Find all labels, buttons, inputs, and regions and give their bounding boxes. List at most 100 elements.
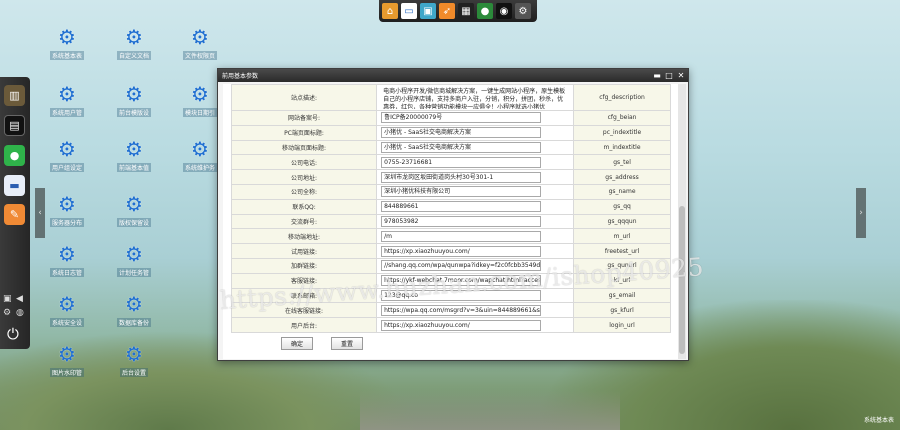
row-label: 联系QQ: (230, 198, 378, 215)
desktop-icon[interactable]: ⚙ 后台设置 (104, 343, 164, 377)
desktop-icon[interactable]: ⚙ 系统安全设 (37, 293, 97, 327)
desktop-icon[interactable]: ⚙ 数据库备份 (104, 293, 164, 327)
desktop-icon[interactable]: ⚙ 用户组设定 (37, 138, 97, 172)
gear-icon: ⚙ (58, 137, 76, 161)
online-service-url-input[interactable]: https://wpa.qq.com/msgrd?v=3&uin=8448896… (381, 304, 542, 316)
window-icon[interactable]: ▣ (3, 294, 12, 304)
desktop-icon[interactable]: ⚙ 图片水印管 (37, 343, 97, 377)
window-content: 站点描述: 电商小程序开发/微信商城解决方案，一键生成网站小程序，原生模板自己的… (223, 84, 678, 359)
table-row: 交流群号: 978053982 gs_qqqun (230, 213, 671, 230)
row-label: 网站备案号: (230, 110, 378, 126)
qq-input[interactable]: 844889661 (381, 201, 542, 213)
right-collapse-tab[interactable]: › (856, 188, 866, 238)
window-scrollbar[interactable] (678, 84, 686, 359)
table-row: PC端页面标题: 小猪优 - SaaS社交电商解决方案 pc_indextitle (230, 124, 671, 141)
table-row: 联系QQ: 844889661 gs_qq (230, 198, 671, 215)
row-key: gs_qqqun (573, 213, 671, 230)
row-key: m_url (573, 228, 671, 245)
monitor-icon[interactable]: ▭ (401, 3, 417, 19)
desktop-icon[interactable]: ⚙ 服务器分布 (37, 193, 97, 227)
row-key: cfg_description (573, 84, 671, 111)
desktop-icon[interactable]: ⚙ 系统日志管 (37, 243, 97, 277)
gear-icon: ⚙ (125, 25, 143, 49)
desktop-icon[interactable]: ⚙ 自定义文档 (104, 26, 164, 60)
settings-icon[interactable]: ⚙ (515, 3, 531, 19)
row-label: 加群链接: (230, 257, 378, 274)
row-label: 公司全称: (230, 183, 378, 200)
volume-icon[interactable]: ◀ (16, 294, 23, 304)
row-key: gs_email (573, 287, 671, 304)
table-row: 网站备案号: 鲁ICP备20000079号 cfg_beian (230, 110, 671, 126)
green-app-icon[interactable]: ● (477, 3, 493, 19)
gear-icon[interactable]: ◍ (16, 308, 24, 318)
gear-icon: ⚙ (125, 82, 143, 106)
rocket-icon[interactable]: ➶ (439, 3, 455, 19)
corner-logo: 系统基本表 (863, 417, 894, 424)
company-name-input[interactable]: 深圳小猪优科技有限公司 (381, 186, 542, 198)
document-icon[interactable]: ▤ (4, 115, 25, 136)
row-key: gs_address (573, 169, 671, 185)
form-buttons: 确定 重置 (281, 337, 363, 350)
settings-window: 前用基本参数 ▬ □ ✕ 站点描述: 电商小程序开发/微信商城解决方案，一键生成… (217, 68, 689, 361)
chat-icon[interactable]: ● (4, 145, 25, 166)
row-label: 交流群号: (230, 213, 378, 230)
row-key: gs_name (573, 183, 671, 200)
note-icon[interactable]: ✎ (4, 204, 25, 225)
table-row: 用户后台: https://xp.xiaozhuuyou.com/login_ur… (230, 317, 671, 333)
row-key: cfg_beian (573, 110, 671, 126)
top-dock: ⌂ ▭ ▣ ➶ ▦ ● ◉ ⚙ (379, 0, 537, 22)
home-icon[interactable]: ⌂ (382, 3, 398, 19)
tel-input[interactable]: 0755-23716681 (381, 156, 542, 168)
gear-icon: ⚙ (58, 82, 76, 106)
gear-icon: ⚙ (125, 292, 143, 316)
row-key: gs_tel (573, 154, 671, 171)
desktop-icon[interactable]: ⚙ 版权保留设 (104, 193, 164, 227)
close-button[interactable]: ✕ (676, 71, 686, 81)
left-collapse-tab[interactable]: ‹ (35, 188, 45, 238)
description-textarea[interactable]: 电商小程序开发/微信商城解决方案，一键生成网站小程序，原生模板自己的小程序店铺，… (381, 87, 569, 109)
left-dock: ▥ ▤ ● ▬ ✎ ▣ ◀ ⚙ ◍ ⏻ (0, 77, 30, 349)
beian-input[interactable]: 鲁ICP备20000079号 (381, 112, 542, 124)
toolbox-icon[interactable]: ▣ (420, 3, 436, 19)
table-row: 站点描述: 电商小程序开发/微信商城解决方案，一键生成网站小程序，原生模板自己的… (230, 84, 671, 111)
window-title: 前用基本参数 (222, 73, 259, 80)
address-input[interactable]: 深圳市龙岗区坂田街道岗头村30号301-1 (381, 171, 542, 183)
row-label: 用户后台: (230, 317, 378, 333)
gear-icon: ⚙ (58, 192, 76, 216)
login-url-input[interactable]: https://xp.xiaozhuuyou.com/ (381, 319, 542, 331)
gear-icon: ⚙ (191, 25, 209, 49)
row-label: 试用链接: (230, 243, 378, 259)
row-key: m_indextitle (573, 139, 671, 156)
minimize-button[interactable]: ▬ (652, 71, 662, 81)
desktop-icon[interactable]: ⚙ 文件权限页 (170, 26, 230, 60)
qq-group-input[interactable]: 978053982 (381, 215, 542, 227)
row-key: login_url (573, 317, 671, 333)
table-row: 移动端地址:/m m_url (230, 228, 671, 245)
desktop-icon[interactable]: ⚙ 系统基本表 (37, 26, 97, 60)
toggle-icon[interactable]: ▬ (4, 175, 25, 196)
submit-button[interactable]: 确定 (281, 337, 313, 350)
power-icon[interactable]: ⏻ (7, 325, 19, 343)
mobile-title-input[interactable]: 小猪优 - SaaS社交电商解决方案 (381, 141, 542, 153)
reset-button[interactable]: 重置 (331, 337, 363, 350)
gear-icon: ⚙ (58, 292, 76, 316)
table-row: 公司全称: 深圳小猪优科技有限公司 gs_name (230, 183, 671, 200)
table-row: 公司地址: 深圳市龙岗区坂田街道岗头村30号301-1 gs_address (230, 169, 671, 185)
trial-url-input[interactable]: https://xp.xiaozhuuyou.com/ (381, 245, 542, 257)
desktop-icon[interactable]: ⚙ 前台模版设 (104, 83, 164, 117)
settings-icon[interactable]: ⚙ (3, 308, 11, 318)
pc-title-input[interactable]: 小猪优 - SaaS社交电商解决方案 (381, 127, 542, 139)
desktop-icon[interactable]: ⚙ 系统用户管 (37, 83, 97, 117)
dark-circle-icon[interactable]: ◉ (496, 3, 512, 19)
desktop-icon[interactable]: ⚙ 前端基本值 (104, 138, 164, 172)
windows-icon[interactable]: ▦ (458, 3, 474, 19)
row-key: pc_indextitle (573, 124, 671, 141)
window-titlebar[interactable]: 前用基本参数 ▬ □ ✕ (218, 69, 688, 82)
row-label: PC端页面标题: (230, 124, 378, 141)
maximize-button[interactable]: □ (664, 71, 674, 81)
row-label: 移动端页面标题: (230, 139, 378, 156)
gear-icon: ⚙ (58, 342, 76, 366)
mobile-url-input[interactable]: /m (381, 230, 542, 242)
library-icon[interactable]: ▥ (4, 85, 25, 106)
desktop-icon[interactable]: ⚙ 计划任务管 (104, 243, 164, 277)
